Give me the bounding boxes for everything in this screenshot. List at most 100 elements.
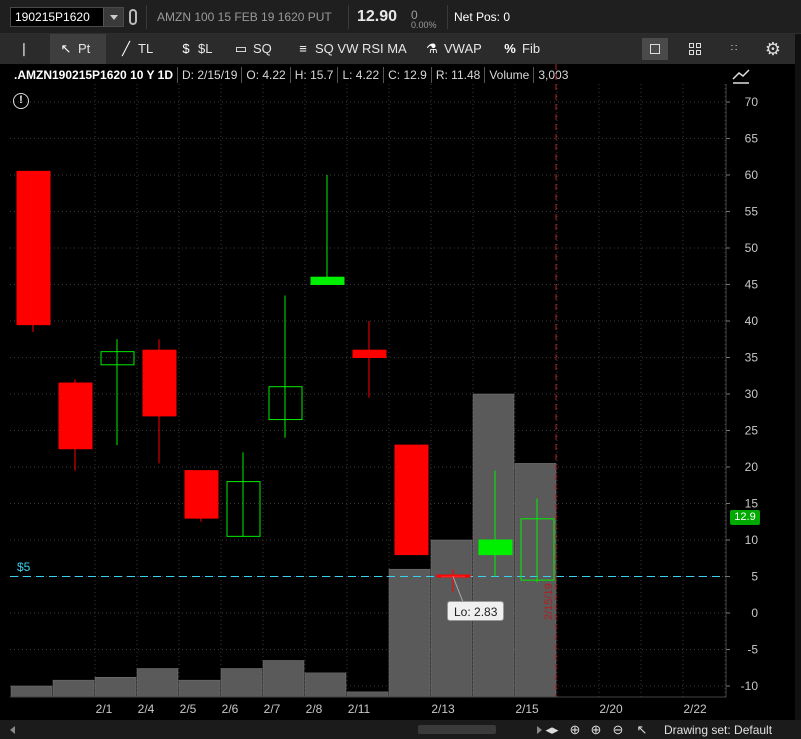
x-tick-label: 2/13 [431, 702, 455, 716]
scroll-left-icon[interactable] [10, 726, 15, 734]
tool-label: SQ VW RSI MA [315, 41, 407, 56]
pin-tool-button[interactable]: ❘ [16, 34, 46, 64]
trendline-icon: ╱ [122, 41, 130, 56]
tool-label: TL [138, 41, 154, 56]
zoom-out-icon[interactable]: ⊖ [610, 722, 626, 737]
scroll-right-icon[interactable] [537, 726, 542, 734]
last-price: 12.90 [357, 8, 398, 25]
tool-label: VWAP [444, 41, 482, 56]
pin-icon: ❘ [18, 41, 30, 56]
single-layout-button[interactable] [642, 38, 668, 60]
divider [447, 5, 448, 29]
studies-button[interactable]: ≡ SQ VW RSI MA [293, 34, 411, 64]
x-tick-label: 2/4 [138, 702, 155, 716]
y-tick-label: 25 [745, 424, 759, 438]
x-tick-label: 2/5 [180, 702, 197, 716]
expiration-label: 2/15/19 [543, 583, 555, 620]
volume-bar [220, 668, 263, 698]
divider [146, 5, 147, 29]
gear-icon: ⚙ [764, 39, 782, 59]
y-tick-label: 50 [745, 241, 759, 255]
crosshair-icon[interactable]: ⊕ [567, 722, 583, 737]
tool-label: Fib [522, 41, 541, 56]
instrument-description: AMZN 100 15 FEB 19 1620 PUT [157, 10, 332, 24]
y-tick-label: 5 [751, 570, 758, 584]
volume-bar [136, 668, 179, 698]
volume-bar [94, 676, 137, 698]
grid-layout-button[interactable] [682, 38, 708, 60]
y-tick-label: 40 [745, 314, 759, 328]
scrollbar-thumb[interactable] [418, 725, 496, 734]
link-icon[interactable] [129, 9, 137, 25]
candle-body [310, 276, 345, 285]
candle-body [352, 349, 387, 359]
candle-body [394, 444, 429, 556]
volume-bar [178, 679, 221, 698]
time-scrollbar[interactable] [10, 724, 542, 735]
x-tick-label: 2/8 [306, 702, 323, 716]
x-tick-label: 2/22 [683, 702, 707, 716]
x-tick-label: 2/11 [348, 702, 371, 716]
drawing-set-selector[interactable]: Drawing set: Default [664, 723, 772, 737]
chevron-down-icon[interactable] [103, 8, 123, 26]
last-price-badge: 12.9 [730, 510, 760, 525]
settings-button[interactable]: ⚙ [760, 38, 786, 60]
volume-histogram [10, 393, 557, 698]
price-axis[interactable]: 7065605550454035302520151050-5-10 [725, 84, 759, 697]
zoom-in-icon[interactable]: ⊕ [588, 722, 604, 737]
expand-time-icon[interactable]: ◂▸ [544, 722, 560, 737]
cursor-icon[interactable]: ↖ [634, 722, 650, 737]
price-chart[interactable]: 2/15/19 7065605550454035302520151050-5-1… [0, 64, 795, 720]
symbol-selector[interactable]: 190215P1620 [10, 7, 124, 27]
percent-icon: % [504, 41, 516, 56]
candle-body [184, 470, 219, 519]
volume-bar [346, 691, 389, 698]
divider [348, 5, 349, 29]
volume-bar [52, 679, 95, 698]
x-tick-label: 2/15 [515, 702, 539, 716]
single-layout-icon [650, 44, 660, 54]
volume-bar [304, 672, 347, 698]
y-tick-label: 30 [745, 387, 759, 401]
symbol-input[interactable]: 190215P1620 [15, 10, 90, 24]
low-tooltip: Lo: 2.83 [447, 601, 505, 621]
y-tick-label: 0 [751, 606, 758, 620]
grid-small-button[interactable]: ∷ [721, 38, 747, 60]
y-tick-label: 15 [745, 497, 759, 511]
price-level-label: $5 [17, 560, 31, 574]
candle-body [142, 349, 177, 417]
chart-footer: ◂▸ ⊕ ⊕ ⊖ ↖ Drawing set: Default [0, 720, 801, 739]
price-level-tool-button[interactable]: $ $L [174, 34, 220, 64]
y-tick-label: 55 [745, 205, 759, 219]
alert-icon[interactable]: ! [13, 93, 29, 109]
y-tick-label: -5 [747, 643, 758, 657]
price-level-icon: $ [182, 41, 190, 56]
symbol-bar: 190215P1620 AMZN 100 15 FEB 19 1620 PUT … [0, 0, 801, 34]
y-tick-label: 60 [745, 168, 759, 182]
y-tick-label: 65 [745, 132, 759, 146]
rectangle-icon: ▭ [234, 41, 248, 56]
right-panel-edge [795, 34, 801, 720]
candle-body [16, 170, 51, 326]
pointer-icon: ↖ [60, 41, 72, 56]
volume-bar [262, 660, 305, 698]
studies-icon: ≡ [299, 41, 307, 56]
rectangle-tool-button[interactable]: ▭ SQ [229, 34, 279, 64]
time-axis[interactable]: 2/1 2/4 2/5 2/6 2/7 2/8 2/11 2/13 2/15 2/20 2/22 [10, 696, 726, 716]
volume-bar [388, 568, 431, 698]
y-tick-label: 20 [745, 460, 759, 474]
drawing-toolbar: ❘ ↖ Pt ╱ TL $ $L ▭ SQ ≡ SQ VW RSI MA ⚗ VWAP % F… [0, 34, 801, 64]
volume-bar [10, 685, 53, 698]
fibonacci-tool-button[interactable]: % Fib [500, 34, 552, 64]
candle-body [58, 382, 93, 450]
x-tick-label: 2/7 [264, 702, 281, 716]
x-tick-label: 2/1 [96, 702, 113, 716]
y-tick-label: 45 [745, 278, 759, 292]
trendline-tool-button[interactable]: ╱ TL [114, 34, 160, 64]
vwap-button[interactable]: ⚗ VWAP [422, 34, 488, 64]
pointer-tool-button[interactable]: ↖ Pt [50, 34, 106, 64]
y-tick-label: 35 [745, 351, 759, 365]
y-tick-label: -10 [741, 679, 759, 693]
tool-label: $L [198, 41, 213, 56]
tool-label: Pt [78, 41, 91, 56]
